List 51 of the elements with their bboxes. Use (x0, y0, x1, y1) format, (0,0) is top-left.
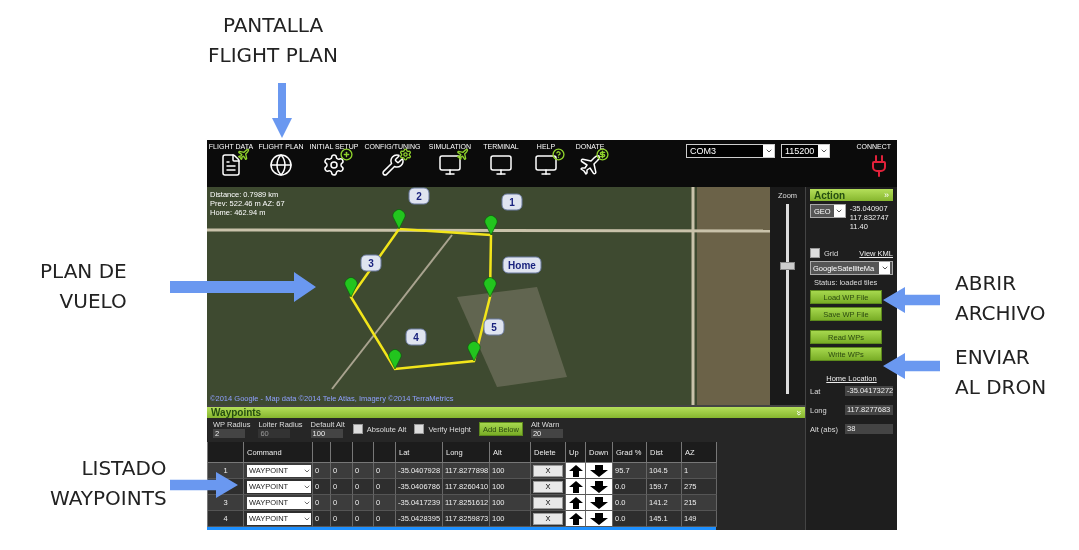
plane-dollar-icon (578, 148, 609, 177)
waypoint-pin-icon[interactable] (388, 349, 402, 370)
caret-icon (819, 147, 828, 155)
down-arrow-icon[interactable] (590, 480, 608, 493)
waypoint-pin-icon[interactable] (467, 341, 481, 362)
slider-thumb[interactable] (780, 261, 795, 270)
caret-icon (764, 147, 773, 155)
waypoint-pin-icon[interactable] (344, 277, 358, 298)
waypoint-label: Home (502, 256, 542, 274)
waypoint-label: 2 (408, 187, 430, 205)
callout-arrow (272, 83, 292, 138)
down-arrow-icon[interactable] (590, 464, 608, 477)
monitor-plane-icon (438, 148, 469, 177)
checkbox[interactable] (352, 424, 363, 435)
waypoint-label: 5 (483, 318, 505, 336)
checkbox[interactable] (810, 248, 820, 258)
header-cell (353, 442, 374, 464)
baud-dropdown[interactable]: 115200 (781, 144, 830, 158)
up-arrow-icon[interactable] (568, 496, 583, 509)
header-cell (331, 442, 353, 464)
waypoint-label: 4 (405, 328, 427, 346)
caret-icon (835, 207, 844, 215)
waypoint-pin-icon[interactable] (392, 209, 406, 230)
down-arrow-icon[interactable] (590, 496, 608, 509)
checkbox[interactable] (414, 424, 425, 435)
waypoint-label: 1 (501, 193, 523, 211)
callout-arrow (883, 353, 940, 379)
up-arrow-icon[interactable] (568, 464, 583, 477)
header-cell (313, 442, 331, 464)
callout-arrow (170, 472, 238, 498)
annotation-text: PLAN DE VUELO (40, 258, 127, 315)
monitor-help-icon (534, 148, 565, 177)
annotation-text: ABRIR ARCHIVO (955, 270, 1046, 327)
caret-icon (880, 264, 889, 272)
waypoint-pin-icon[interactable] (484, 215, 498, 236)
annotation-text: PANTALLA FLIGHT PLAN (208, 12, 338, 69)
port-dropdown[interactable]: COM3 (686, 144, 775, 158)
down-arrow-icon[interactable] (590, 512, 608, 525)
header-cell (374, 442, 396, 464)
waypoint-label: 3 (360, 254, 382, 272)
gear-plus-icon (322, 148, 353, 177)
action-header: Action » (810, 189, 893, 201)
up-arrow-icon[interactable] (568, 480, 583, 493)
document-plane-icon (219, 148, 250, 177)
wrench-gear-icon (380, 148, 412, 177)
waypoints-header: Waypoints » (207, 407, 805, 418)
waypoint-pin-icon[interactable] (483, 277, 497, 298)
callout-arrow (883, 287, 940, 313)
up-arrow-icon[interactable] (568, 512, 583, 525)
annotation-text: ENVIAR AL DRON (955, 344, 1047, 401)
annotation-text: LISTADO WAYPOINTS (50, 455, 167, 512)
